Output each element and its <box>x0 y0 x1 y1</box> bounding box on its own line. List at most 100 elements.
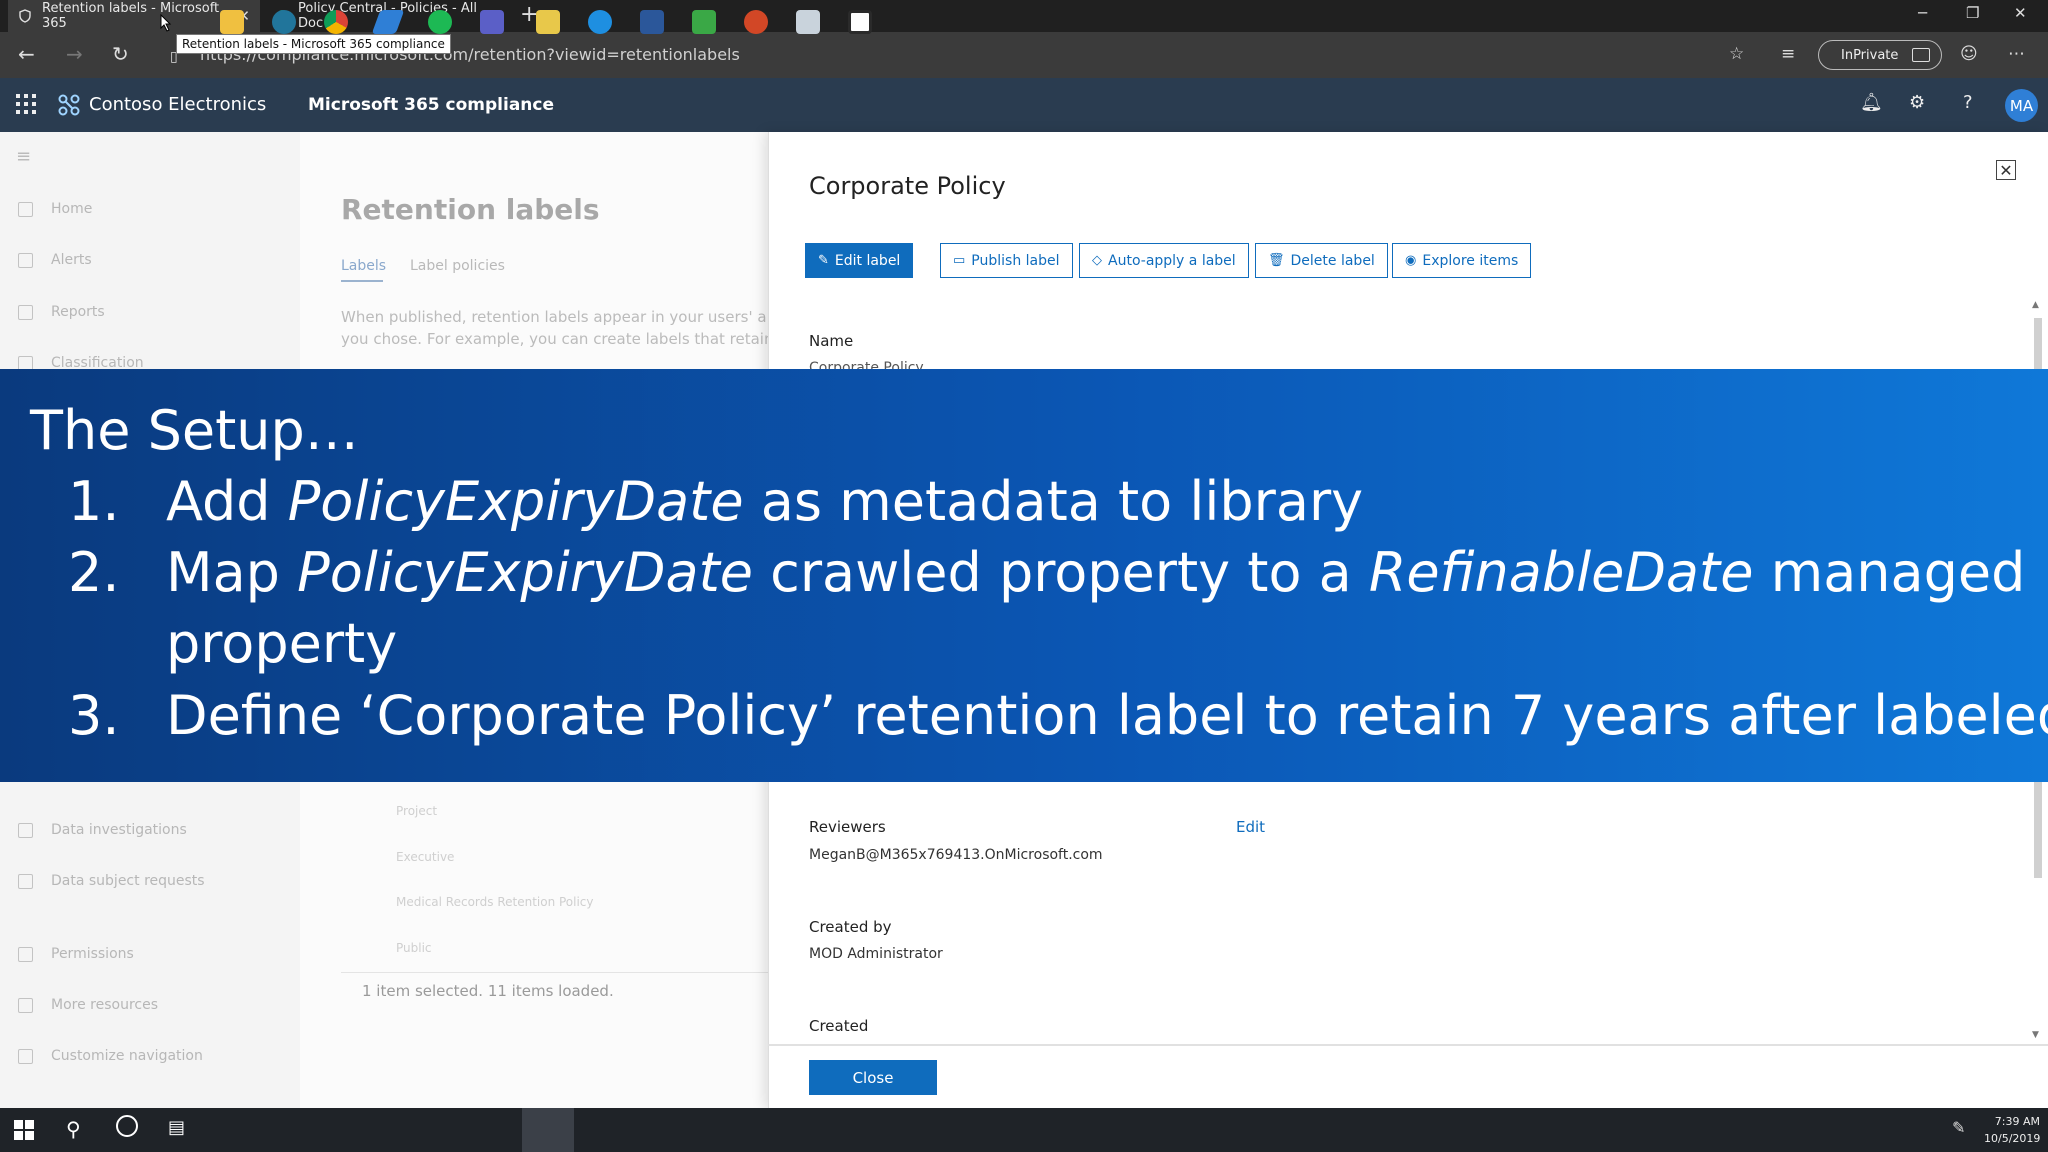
app-launcher-icon[interactable] <box>16 94 36 114</box>
settings-gear-icon[interactable]: ⚙ <box>1909 92 1925 113</box>
step-1-text: Add PolicyExpiryDate as metadata to libr… <box>166 470 1363 533</box>
step-text: Add <box>166 470 288 533</box>
powerpoint-icon[interactable] <box>744 10 768 34</box>
tab-label-policies[interactable]: Label policies <box>410 258 505 274</box>
description-line: When published, retention labels appear … <box>341 308 767 326</box>
feedback-smiley-icon[interactable]: ☺ <box>1960 42 1978 66</box>
camtasia-recorder-icon[interactable] <box>848 10 872 34</box>
panel-title: Corporate Policy <box>809 172 1006 200</box>
favorite-star-icon[interactable]: ☆ <box>1729 42 1744 66</box>
step-term: PolicyExpiryDate <box>297 541 753 604</box>
nav-item-data-investigations[interactable]: Data investigations <box>18 822 187 838</box>
table-row[interactable]: Project <box>396 804 437 818</box>
button-label: Edit label <box>834 252 901 269</box>
task-view-icon[interactable]: ▤ <box>168 1117 185 1138</box>
nav-item-label: Home <box>51 201 93 217</box>
publish-icon: ▭ <box>953 253 966 268</box>
org-name[interactable]: Contoso Electronics <box>89 94 266 115</box>
refresh-icon[interactable]: ↻ <box>112 42 129 66</box>
reports-icon <box>18 304 33 320</box>
step-number: 3. <box>68 684 120 747</box>
description-line: you chose. For example, you can create l… <box>341 330 771 348</box>
nav-item-permissions[interactable]: Permissions <box>18 946 134 962</box>
tag-icon: ◇ <box>1092 253 1102 268</box>
eye-icon: ◉ <box>1405 253 1417 268</box>
nav-item-reports[interactable]: Reports <box>18 304 105 320</box>
step-text: crawled property to a <box>752 541 1369 604</box>
nav-item-more-resources[interactable]: More resources <box>18 997 158 1013</box>
cortana-icon[interactable] <box>116 1115 138 1137</box>
nav-item-data-subject-requests[interactable]: Data subject requests <box>18 873 205 889</box>
file-explorer-icon[interactable] <box>220 10 244 34</box>
search-icon[interactable]: ⚲ <box>66 1117 81 1141</box>
forward-icon[interactable]: → <box>66 42 83 66</box>
taskbar <box>0 1108 2048 1152</box>
favorites-list-icon[interactable]: ≡ <box>1781 42 1795 66</box>
more-options-icon[interactable]: ⋯ <box>2008 42 2025 66</box>
delete-label-button[interactable]: 🗑︎ Delete label <box>1255 243 1388 278</box>
edit-label-button[interactable]: ✎ Edit label <box>805 243 914 278</box>
notification-bell-icon[interactable]: 🔔︎ <box>1860 92 1883 113</box>
wordpress-icon[interactable] <box>272 10 296 34</box>
scroll-down-icon[interactable]: ▼ <box>2032 1030 2039 1040</box>
taskbar-active-indicator <box>522 1108 574 1152</box>
shield-icon <box>19 9 31 23</box>
pencil-icon: ✎ <box>818 253 829 268</box>
table-row[interactable]: Medical Records Retention Policy <box>396 895 594 909</box>
avatar[interactable]: MA <box>2005 89 2038 122</box>
close-icon[interactable]: ✕ <box>1996 160 2016 180</box>
close-window-icon[interactable]: ✕ <box>2014 4 2027 22</box>
alert-icon <box>18 252 33 268</box>
step-text: as metadata to library <box>743 470 1364 533</box>
list-status: 1 item selected. 11 items loaded. <box>362 982 614 1000</box>
button-label: Delete label <box>1290 252 1375 269</box>
teams-icon[interactable] <box>480 10 504 34</box>
step-term: PolicyExpiryDate <box>287 470 744 533</box>
table-row[interactable]: Public <box>396 941 432 955</box>
panel-footer-divider <box>768 1044 2048 1046</box>
button-label: Explore items <box>1422 252 1519 269</box>
step-term: RefinableDate <box>1368 541 1754 604</box>
help-icon[interactable]: ? <box>1963 92 1973 113</box>
explore-items-button[interactable]: ◉ Explore items <box>1392 243 1532 278</box>
step-text: Map <box>166 541 298 604</box>
back-icon[interactable]: ← <box>18 42 35 66</box>
page-title: Retention labels <box>341 193 600 226</box>
clock-date: 10/5/2019 <box>1984 1132 2041 1145</box>
reviewers-edit-link[interactable]: Edit <box>1236 818 1265 836</box>
app-name[interactable]: Microsoft 365 compliance <box>308 95 554 115</box>
minimize-icon[interactable]: ─ <box>1918 4 1927 22</box>
scroll-up-icon[interactable]: ▲ <box>2032 300 2039 310</box>
nav-item-label: Customize navigation <box>51 1048 203 1064</box>
pen-icon[interactable]: ✎ <box>1952 1118 1965 1137</box>
table-row[interactable]: Executive <box>396 850 454 864</box>
app-icon[interactable] <box>536 10 560 34</box>
nav-item-alerts[interactable]: Alerts <box>18 252 92 268</box>
spotify-icon[interactable] <box>428 10 452 34</box>
taskbar-clock[interactable]: 7:39 AM 10/5/2019 <box>1984 1113 2040 1147</box>
auto-apply-label-button[interactable]: ◇ Auto-apply a label <box>1079 243 1249 278</box>
nav-item-label: Permissions <box>51 946 134 962</box>
hamburger-icon[interactable]: ≡ <box>16 146 31 167</box>
chrome-icon[interactable] <box>324 10 348 34</box>
nav-item-label: Alerts <box>51 252 92 268</box>
notes-icon[interactable] <box>796 10 820 34</box>
nav-item-customize-navigation[interactable]: Customize navigation <box>18 1048 203 1064</box>
tab-labels[interactable]: Labels <box>341 258 386 274</box>
app-header: Contoso Electronics Microsoft 365 compli… <box>0 78 2048 132</box>
created-label: Created <box>809 1017 869 1035</box>
nav-item-home[interactable]: Home <box>18 201 92 217</box>
word-icon[interactable] <box>640 10 664 34</box>
step-number: 2. <box>68 541 120 604</box>
tab-tooltip: Retention labels - Microsoft 365 complia… <box>176 34 451 54</box>
camtasia-icon[interactable] <box>692 10 716 34</box>
edge-icon[interactable] <box>588 10 612 34</box>
windows-start-icon[interactable] <box>14 1120 34 1140</box>
investigation-icon <box>18 822 33 838</box>
banner-title: The Setup… <box>30 399 359 462</box>
restore-icon[interactable]: ❐ <box>1966 4 1979 22</box>
nav-item-label: Data subject requests <box>51 873 205 889</box>
publish-label-button[interactable]: ▭ Publish label <box>940 243 1073 278</box>
inprivate-badge[interactable]: InPrivate <box>1818 40 1942 70</box>
close-button[interactable]: Close <box>809 1060 937 1095</box>
